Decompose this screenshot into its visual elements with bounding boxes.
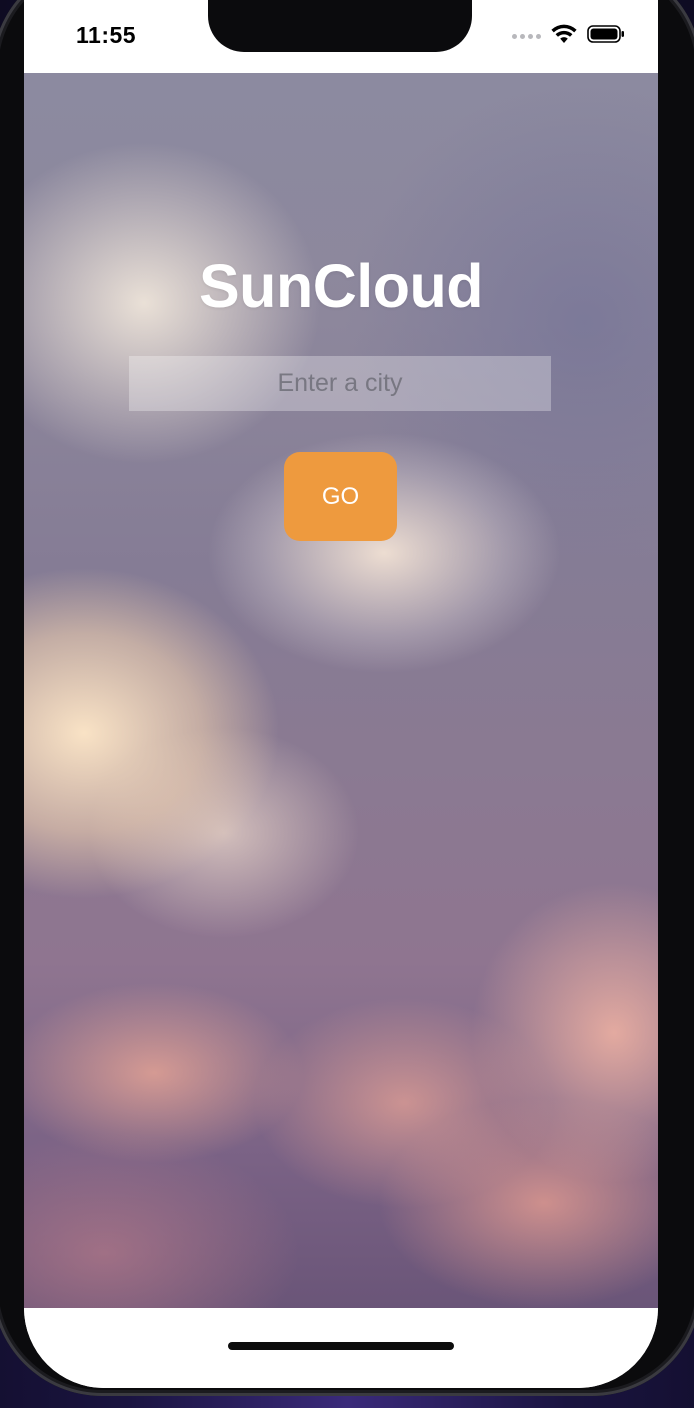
battery-icon — [587, 24, 625, 49]
phone-screen: SunCloud GO 11:55 — [24, 0, 658, 1388]
notch — [208, 0, 472, 52]
cloud-background-image: SunCloud GO — [24, 73, 658, 1308]
status-icons — [512, 24, 625, 49]
go-button[interactable]: GO — [284, 452, 397, 541]
cellular-dots-icon — [512, 34, 541, 39]
wifi-icon — [551, 24, 577, 49]
city-input[interactable] — [129, 356, 551, 411]
home-indicator[interactable] — [228, 1342, 454, 1350]
app-title: SunCloud — [199, 252, 484, 320]
status-time: 11:55 — [76, 22, 137, 48]
